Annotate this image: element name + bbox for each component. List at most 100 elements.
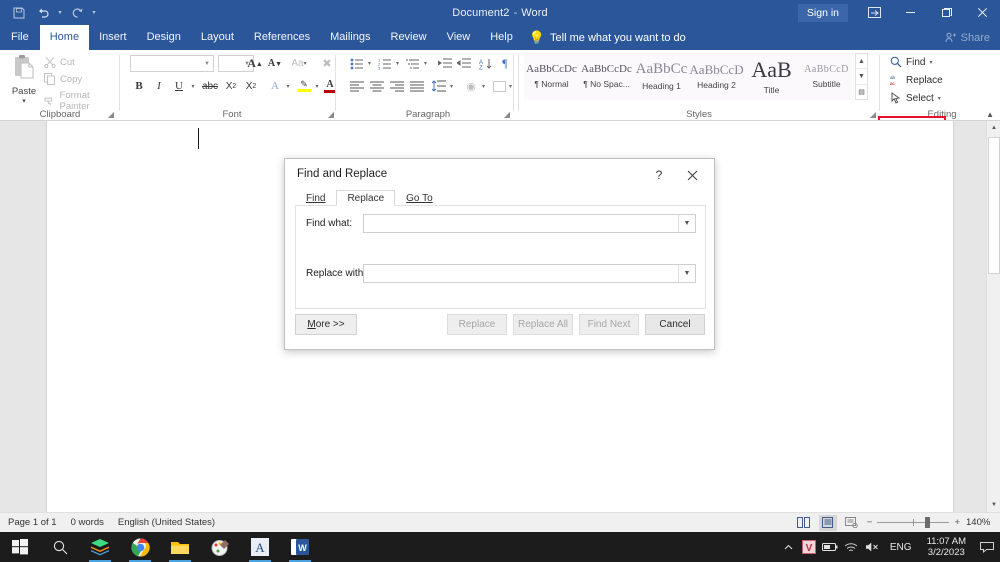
replace-with-input[interactable]: ▼ — [363, 264, 696, 283]
vertical-scrollbar[interactable]: ▲ ▼ — [986, 121, 1000, 512]
battery-icon[interactable] — [820, 532, 841, 562]
sign-in-button[interactable]: Sign in — [797, 3, 848, 22]
find-button[interactable]: Find ▾ — [890, 56, 932, 68]
cancel-button[interactable]: Cancel — [645, 314, 705, 335]
bullets-dropdown-icon[interactable]: ▾ — [365, 55, 374, 72]
font-dialog-launcher[interactable]: ◢ — [328, 110, 334, 119]
tab-mailings[interactable]: Mailings — [320, 25, 380, 50]
dialog-tab-find[interactable]: Find — [295, 190, 336, 206]
increase-indent-icon[interactable] — [455, 55, 473, 72]
bluestacks-icon[interactable] — [80, 532, 120, 562]
clear-formatting-icon[interactable]: ✖ — [318, 55, 336, 72]
v-app-tray-icon[interactable]: V — [799, 532, 820, 562]
numbering-icon[interactable]: 123 — [376, 55, 394, 72]
start-button[interactable] — [0, 532, 40, 562]
text-effects-icon[interactable]: A — [266, 77, 284, 95]
tab-view[interactable]: View — [437, 25, 481, 50]
find-and-replace-dialog[interactable]: Find and Replace ? Find Replace Go To Fi… — [284, 158, 715, 350]
decrease-indent-icon[interactable] — [436, 55, 454, 72]
language-indicator[interactable]: English (United States) — [118, 517, 215, 528]
numbering-dropdown-icon[interactable]: ▾ — [393, 55, 402, 72]
change-case-icon[interactable]: Aa ▾ — [287, 55, 311, 72]
tell-me-box[interactable]: 💡 Tell me what you want to do — [529, 25, 686, 50]
replace-all-button[interactable]: Replace All — [513, 314, 573, 335]
language-indicator[interactable]: ENG — [883, 542, 919, 553]
find-next-button[interactable]: Find Next — [579, 314, 639, 335]
style-no-spacing[interactable]: AaBbCcDc ¶ No Spac... — [579, 53, 634, 100]
dialog-close-icon[interactable] — [678, 164, 706, 186]
zoom-in-button[interactable]: + — [954, 517, 960, 528]
tab-references[interactable]: References — [244, 25, 320, 50]
align-center-icon[interactable] — [368, 77, 386, 95]
justify-icon[interactable] — [408, 77, 426, 95]
restore-button[interactable] — [928, 0, 964, 25]
tab-help[interactable]: Help — [480, 25, 523, 50]
paint-icon[interactable] — [200, 532, 240, 562]
close-button[interactable] — [964, 0, 1000, 25]
print-layout-icon[interactable] — [818, 514, 837, 531]
multilevel-list-dropdown-icon[interactable]: ▾ — [421, 55, 430, 72]
file-explorer-icon[interactable] — [160, 532, 200, 562]
bold-icon[interactable]: B — [130, 77, 148, 95]
tab-layout[interactable]: Layout — [191, 25, 244, 50]
show-hidden-icons-icon[interactable] — [778, 532, 799, 562]
line-spacing-dropdown-icon[interactable]: ▾ — [447, 77, 456, 95]
share-button[interactable]: Share — [945, 25, 990, 50]
zoom-level[interactable]: 140% — [966, 517, 994, 528]
app-a-icon[interactable]: A — [240, 532, 280, 562]
select-dropdown-icon[interactable]: ▾ — [938, 95, 941, 102]
shading-dropdown-icon[interactable]: ▾ — [479, 77, 488, 95]
zoom-slider[interactable]: − + — [867, 517, 960, 528]
multilevel-list-icon[interactable] — [404, 55, 422, 72]
read-mode-icon[interactable] — [795, 515, 813, 531]
font-name-combo[interactable]: ▼ — [130, 55, 214, 72]
scroll-up-icon[interactable]: ▲ — [987, 121, 1000, 135]
bullets-icon[interactable] — [348, 55, 366, 72]
text-effects-dropdown-icon[interactable]: ▾ — [283, 77, 293, 95]
italic-icon[interactable]: I — [150, 77, 168, 95]
help-icon[interactable]: ? — [646, 164, 672, 186]
paste-button[interactable]: Paste ▾ — [8, 54, 40, 105]
find-what-dropdown-icon[interactable]: ▼ — [678, 215, 695, 232]
more-button[interactable]: More >> — [295, 314, 357, 335]
scrollbar-thumb[interactable] — [988, 137, 1000, 274]
gallery-more-icon[interactable]: ▤ — [856, 85, 867, 99]
zoom-out-button[interactable]: − — [867, 517, 873, 528]
search-icon[interactable] — [40, 532, 80, 562]
replace-with-dropdown-icon[interactable]: ▼ — [678, 265, 695, 282]
dialog-tab-go-to[interactable]: Go To — [395, 190, 444, 206]
ribbon-collapse-icon[interactable]: ▲ — [986, 110, 994, 119]
strikethrough-icon[interactable]: abc — [200, 77, 220, 95]
find-dropdown-icon[interactable]: ▾ — [929, 59, 932, 66]
style-title[interactable]: AaB Title — [744, 53, 799, 100]
word-count[interactable]: 0 words — [71, 517, 104, 528]
increase-font-size-icon[interactable]: A ▲ — [246, 55, 264, 72]
copy-button[interactable]: Copy — [44, 73, 82, 85]
show-formatting-marks-icon[interactable]: ¶ — [497, 55, 513, 72]
word-icon[interactable]: W — [280, 532, 320, 562]
minimize-button[interactable] — [892, 0, 928, 25]
paste-dropdown-icon[interactable]: ▾ — [8, 97, 40, 105]
scroll-down-icon[interactable]: ▼ — [987, 498, 1000, 512]
ribbon-display-options-icon[interactable] — [856, 0, 892, 25]
line-spacing-icon[interactable] — [430, 77, 448, 95]
style-heading-1[interactable]: AaBbCc Heading 1 — [634, 53, 689, 100]
clipboard-dialog-launcher[interactable]: ◢ — [108, 110, 114, 119]
page-indicator[interactable]: Page 1 of 1 — [8, 517, 57, 528]
superscript-icon[interactable]: X2 — [242, 77, 260, 95]
notification-icon[interactable] — [974, 532, 1000, 562]
style-subtitle[interactable]: AaBbCcD Subtitle — [799, 53, 854, 100]
styles-dialog-launcher[interactable]: ◢ — [870, 110, 876, 119]
zoom-slider-thumb[interactable] — [925, 517, 931, 528]
clock[interactable]: 11:07 AM 3/2/2023 — [919, 536, 974, 558]
style-normal[interactable]: AaBbCcDc ¶ Normal — [524, 53, 579, 100]
paragraph-dialog-launcher[interactable]: ◢ — [504, 110, 510, 119]
tab-file[interactable]: File — [0, 25, 40, 50]
wifi-icon[interactable] — [841, 532, 862, 562]
sort-icon[interactable]: AZ — [476, 55, 494, 72]
select-button[interactable]: Select ▾ — [890, 92, 941, 104]
gallery-scroll-up-icon[interactable]: ▲ — [856, 54, 867, 70]
find-what-input[interactable]: ▼ — [363, 214, 696, 233]
tab-review[interactable]: Review — [381, 25, 437, 50]
tab-design[interactable]: Design — [137, 25, 191, 50]
